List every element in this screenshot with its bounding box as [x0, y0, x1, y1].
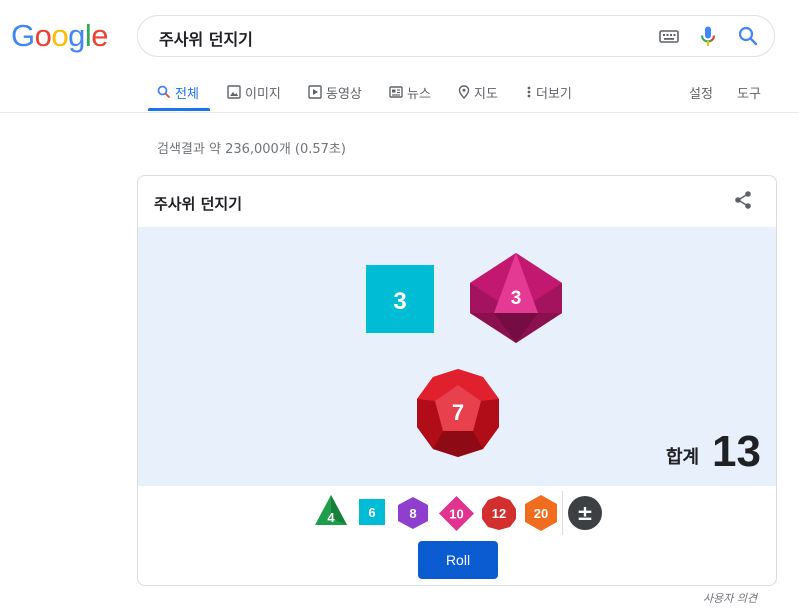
d10-label: 10 [449, 507, 463, 522]
tab-label: 이미지 [245, 86, 281, 102]
keyboard-icon[interactable] [659, 28, 679, 48]
tab-label: 전체 [175, 86, 199, 102]
map-pin-icon [458, 85, 470, 99]
d12-selector[interactable]: 12 [481, 495, 517, 531]
d12-value: 7 [452, 400, 464, 425]
tab-label: 더보기 [536, 86, 572, 102]
d10-selector[interactable]: 10 [438, 495, 475, 532]
video-icon [308, 85, 322, 99]
search-icon [157, 85, 171, 99]
tools-label: 도구 [737, 86, 761, 102]
d12-label: 12 [492, 506, 506, 521]
tab-maps[interactable]: 지도 [458, 82, 498, 102]
card-title: 주사위 던지기 [154, 195, 243, 213]
d6-label: 6 [368, 505, 375, 520]
roll-button[interactable]: Roll [418, 541, 498, 579]
logo-letter: e [91, 18, 109, 53]
d20-selector[interactable]: 20 [523, 494, 559, 532]
d6-selector[interactable]: 6 [359, 499, 385, 525]
settings-link[interactable]: 설정 [689, 82, 713, 102]
plus-minus-icon: ± [577, 501, 594, 525]
more-vert-icon [527, 86, 531, 98]
tab-news[interactable]: 뉴스 [389, 82, 431, 102]
result-stats: 검색결과 약 236,000개 (0.57초) [157, 142, 346, 157]
d4-label: 4 [327, 510, 335, 525]
d4-selector[interactable]: 4 [314, 494, 348, 526]
google-logo[interactable]: Google [11, 18, 109, 54]
active-tab-indicator [148, 108, 210, 111]
dice-stage: 3 3 7 합계 13 [138, 227, 776, 486]
search-icon[interactable] [738, 26, 758, 50]
tab-label: 동영상 [326, 86, 362, 102]
search-box[interactable]: 주사위 던지기 [137, 15, 775, 57]
tab-label: 지도 [474, 86, 498, 102]
tools-link[interactable]: 도구 [737, 82, 761, 102]
logo-letter: G [11, 18, 35, 53]
logo-letter: o [51, 18, 69, 53]
search-input[interactable]: 주사위 던지기 [159, 26, 253, 50]
d20-label: 20 [534, 506, 548, 521]
mic-icon[interactable] [700, 26, 716, 52]
total-label: 합계 [666, 447, 700, 468]
image-icon [227, 85, 241, 99]
d8-label: 8 [409, 506, 416, 521]
selector-divider [562, 491, 563, 535]
d8-selector[interactable]: 8 [397, 496, 429, 530]
logo-letter: o [34, 18, 52, 53]
header-divider [0, 112, 799, 113]
modifier-button[interactable]: ± [567, 495, 603, 531]
tab-images[interactable]: 이미지 [227, 82, 281, 102]
total-value: 13 [712, 427, 761, 476]
dice-roller-card: 주사위 던지기 3 3 7 합계 13 4 6 8 10 12 20 ± Rol… [137, 175, 777, 586]
settings-label: 설정 [689, 86, 713, 102]
d8-die: 3 [470, 253, 562, 343]
tab-videos[interactable]: 동영상 [308, 82, 362, 102]
d6-value: 3 [393, 288, 406, 315]
feedback-link[interactable]: 사용자 의견 [703, 590, 757, 606]
news-icon [389, 86, 403, 98]
tab-all[interactable]: 전체 [157, 82, 199, 102]
tab-more[interactable]: 더보기 [526, 82, 572, 102]
logo-letter: g [68, 18, 85, 53]
share-icon[interactable] [733, 190, 753, 214]
d12-die: 7 [417, 369, 499, 457]
tab-label: 뉴스 [407, 86, 431, 102]
d6-die: 3 [366, 265, 434, 333]
d8-value: 3 [511, 288, 522, 309]
